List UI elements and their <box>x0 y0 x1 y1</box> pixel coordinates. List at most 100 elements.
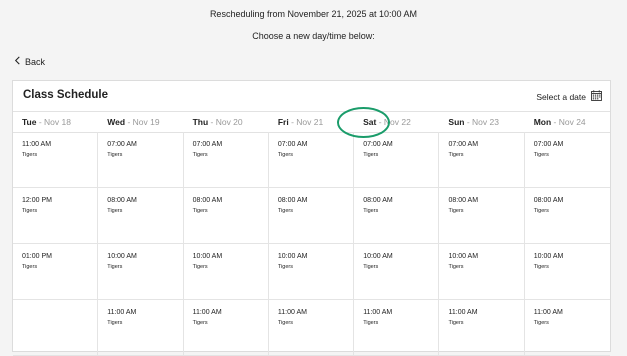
time-slot[interactable]: 10:00 AM Tigers <box>524 244 611 300</box>
day-header-row: Tue - Nov 18 Wed - Nov 19 Thu - Nov 20 F… <box>13 111 610 133</box>
slot-team: Tigers <box>448 320 464 326</box>
time-slot[interactable]: 08:00 AM Tigers <box>98 188 184 244</box>
time-slot[interactable]: 11:00 AM Tigers <box>98 300 184 356</box>
time-slot[interactable]: 11:00 AM Tigers <box>439 300 525 356</box>
slot-team: Tigers <box>277 152 293 158</box>
slot-team: Tigers <box>448 264 464 270</box>
slot-team: Tigers <box>107 208 123 214</box>
slot-time: 11:00 AM <box>277 309 307 316</box>
time-slot[interactable]: 08:00 AM Tigers <box>439 188 525 244</box>
slot-time: 07:00 AM <box>448 141 479 148</box>
time-slot[interactable]: 07:00 AM Tigers <box>183 132 269 188</box>
slot-team: Tigers <box>448 208 464 214</box>
slot-time: 11:00 AM <box>107 309 137 316</box>
slot-time: 08:00 AM <box>363 197 393 204</box>
slot-team: Tigers <box>533 152 549 158</box>
time-slot[interactable]: 10:00 AM Tigers <box>268 244 355 300</box>
slot-team: Tigers <box>448 152 464 158</box>
slot-time: 07:00 AM <box>192 141 223 148</box>
back-button[interactable]: Back <box>14 56 45 67</box>
slot-time: 07:00 AM <box>533 141 564 148</box>
time-slot[interactable]: 10:00 AM Tigers <box>439 244 525 300</box>
instruction-text: Choose a new day/time below: <box>252 31 375 41</box>
time-slot[interactable]: 11:00 AM Tigers <box>13 132 99 188</box>
slot-team: Tigers <box>192 152 208 158</box>
time-slot[interactable]: 11:00 AM Tigers <box>524 300 611 356</box>
slot-time: 08:00 AM <box>448 197 479 204</box>
time-slot[interactable]: 08:00 AM Tigers <box>268 188 355 244</box>
schedule-grid: 11:00 AM Tigers 07:00 AM Tigers 07:00 AM Tige… <box>13 132 611 356</box>
time-slot[interactable]: 10:00 AM Tigers <box>183 244 269 300</box>
slot-team: Tigers <box>22 208 38 214</box>
slot-time: 11:00 AM <box>533 309 563 316</box>
slot-time: 07:00 AM <box>277 141 308 148</box>
slot-team: Tigers <box>277 320 293 326</box>
slot-time: 11:00 AM <box>22 141 52 148</box>
day-header: Tue - Nov 18 <box>22 117 71 127</box>
slot-team: Tigers <box>192 264 208 270</box>
time-slot[interactable]: 07:00 AM Tigers <box>524 132 611 188</box>
schedule-title: Class Schedule <box>23 89 109 101</box>
back-label: Back <box>25 56 46 67</box>
slot-time: 12:00 PM <box>22 197 52 204</box>
slot-team: Tigers <box>363 208 379 214</box>
slot-team: Tigers <box>533 208 549 214</box>
time-slot[interactable]: 12:00 PM Tigers <box>13 188 99 244</box>
time-slot[interactable]: 07:00 AM Tigers <box>268 132 355 188</box>
slot-time: 07:00 AM <box>363 141 393 148</box>
time-slot[interactable]: 10:00 AM Tigers <box>98 244 184 300</box>
slot-time: 08:00 AM <box>192 197 223 204</box>
slot-team: Tigers <box>22 152 38 158</box>
slot-time: 01:00 PM <box>22 253 52 260</box>
time-slot[interactable]: 07:00 AM Tigers <box>439 132 525 188</box>
time-slot[interactable]: 08:00 AM Tigers <box>183 188 269 244</box>
slot-time: 10:00 AM <box>277 253 308 260</box>
chevron-left-icon <box>14 56 21 67</box>
slot-time: 10:00 AM <box>533 253 564 260</box>
select-date-button[interactable]: Select a date <box>536 90 602 103</box>
slot-time: 10:00 AM <box>107 253 137 260</box>
slot-team: Tigers <box>533 264 549 270</box>
rescheduling-notice: Rescheduling from November 21, 2025 at 1… <box>209 9 418 19</box>
day-header: Sat - Nov 22 <box>363 117 411 127</box>
select-date-label: Select a date <box>536 91 586 102</box>
calendar-icon <box>591 90 602 103</box>
slot-time: 08:00 AM <box>107 197 137 204</box>
slot-team: Tigers <box>363 152 379 158</box>
day-header: Wed - Nov 19 <box>107 117 160 127</box>
slot-time: 07:00 AM <box>107 141 137 148</box>
slot-time: 08:00 AM <box>277 197 308 204</box>
slot-team: Tigers <box>363 320 379 326</box>
day-header: Fri - Nov 21 <box>277 117 324 127</box>
slot-time: 10:00 AM <box>192 253 223 260</box>
empty-slot <box>13 300 99 356</box>
slot-time: 08:00 AM <box>533 197 564 204</box>
time-slot[interactable]: 07:00 AM Tigers <box>98 132 184 188</box>
time-slot[interactable]: 11:00 AM Tigers <box>268 300 355 356</box>
day-header: Thu - Nov 20 <box>192 117 243 127</box>
time-slot[interactable]: 11:00 AM Tigers <box>183 300 269 356</box>
slot-team: Tigers <box>107 152 123 158</box>
day-header: Sun - Nov 23 <box>448 117 499 127</box>
time-slot[interactable]: 08:00 AM Tigers <box>354 188 440 244</box>
slot-team: Tigers <box>277 264 293 270</box>
slot-time: 11:00 AM <box>448 309 478 316</box>
slot-team: Tigers <box>533 320 549 326</box>
class-schedule-card: Class Schedule Select a date Tue - Nov 1… <box>12 80 611 356</box>
slot-time: 11:00 AM <box>363 309 393 316</box>
day-header: Mon - Nov 24 <box>533 117 586 127</box>
slot-team: Tigers <box>192 320 208 326</box>
time-slot[interactable]: 11:00 AM Tigers <box>354 300 440 356</box>
slot-team: Tigers <box>192 208 208 214</box>
time-slot[interactable]: 01:00 PM Tigers <box>13 244 99 300</box>
time-slot[interactable]: 07:00 AM Tigers <box>354 132 440 188</box>
slot-time: 10:00 AM <box>363 253 393 260</box>
slot-team: Tigers <box>107 320 123 326</box>
slot-time: 10:00 AM <box>448 253 479 260</box>
slot-team: Tigers <box>363 264 379 270</box>
time-slot[interactable]: 10:00 AM Tigers <box>354 244 440 300</box>
time-slot[interactable]: 08:00 AM Tigers <box>524 188 611 244</box>
slot-team: Tigers <box>22 264 38 270</box>
slot-time: 11:00 AM <box>192 309 222 316</box>
slot-team: Tigers <box>277 208 293 214</box>
